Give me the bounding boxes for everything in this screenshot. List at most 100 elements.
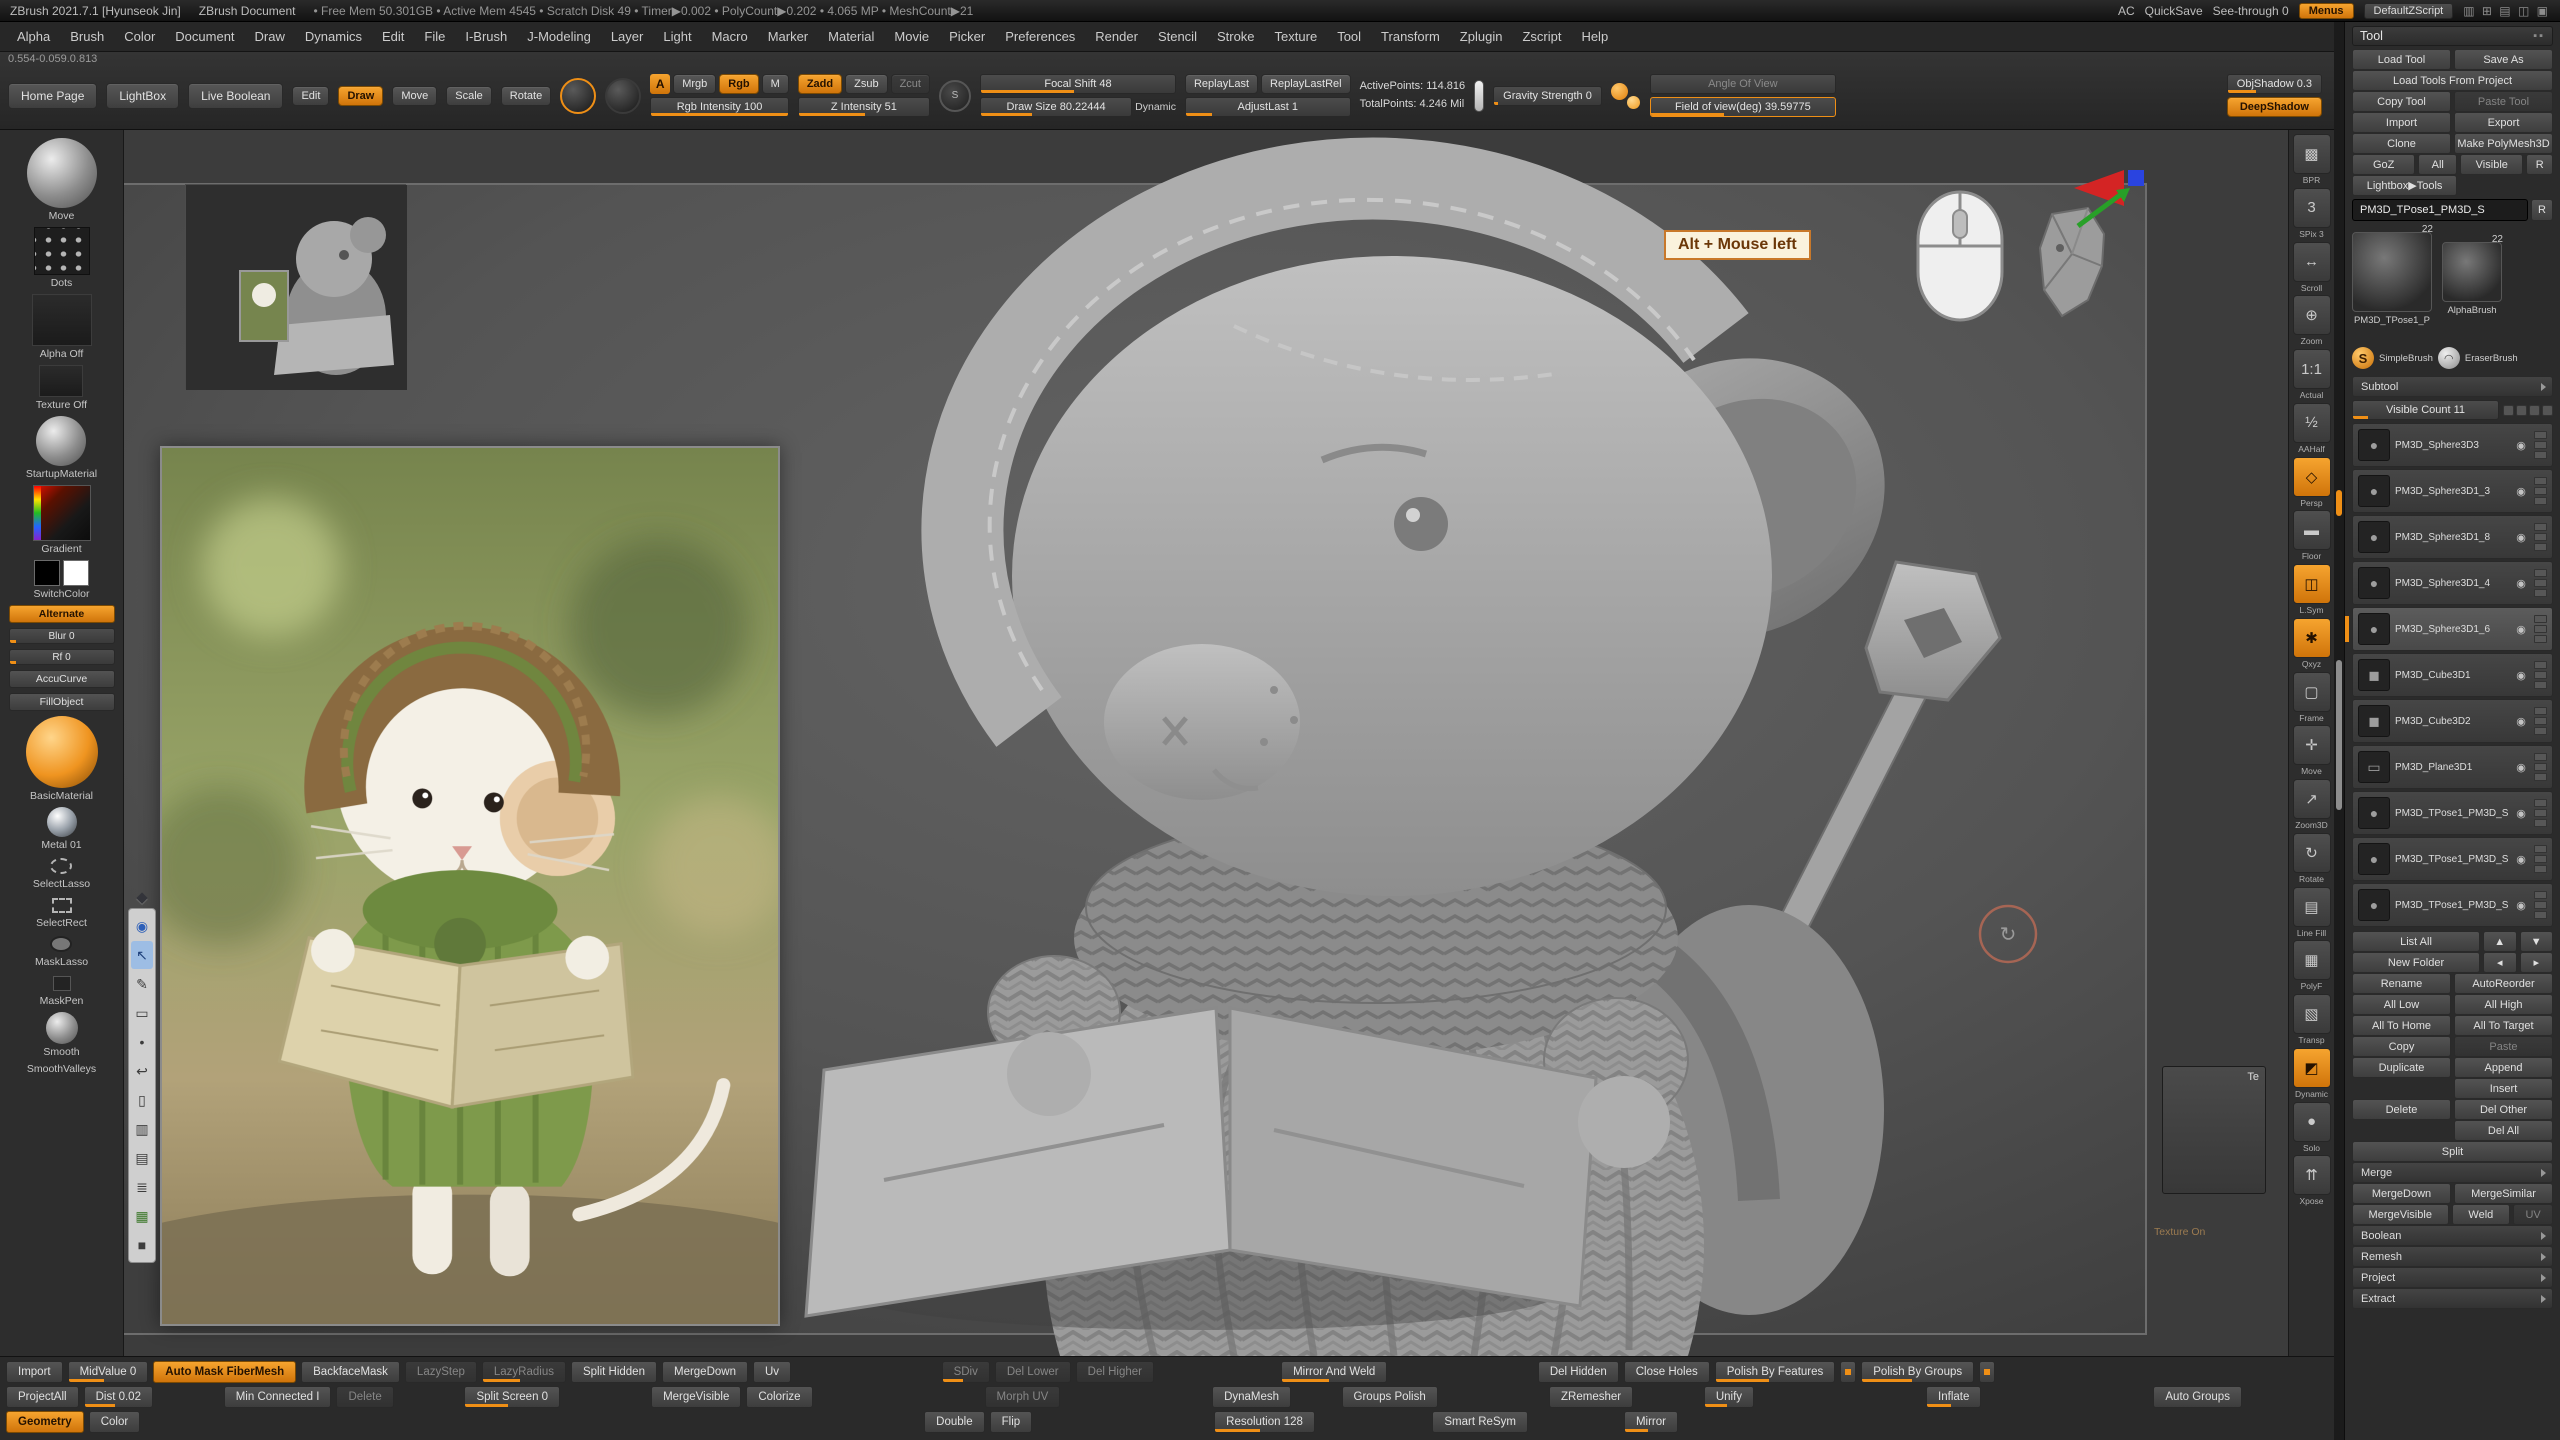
texture-selector[interactable]: Texture Off [36,365,87,411]
bottom-auto-mask-fibermesh[interactable]: Auto Mask FiberMesh [153,1361,296,1383]
subtool-mini-icon[interactable] [2534,441,2547,449]
bottom-polish-by-groups[interactable]: Polish By Groups [1861,1361,1974,1383]
dot-icon[interactable]: • [131,1028,153,1056]
metal-material[interactable]: Metal 01 [41,807,81,851]
subtool-mini-icon[interactable] [2534,635,2547,643]
alpha-brush-thumbnail[interactable]: 22 AlphaBrush [2442,232,2502,316]
menu-texture[interactable]: Texture [1266,26,1327,47]
current-brush-preview[interactable] [560,78,596,114]
tool-remesh[interactable]: Remesh [2352,1246,2553,1267]
bottom-blank[interactable] [1840,1361,1856,1383]
tray-item-floor[interactable]: ▬Floor [2293,510,2331,563]
subtool-mini-icon[interactable] [2534,707,2547,715]
tool-del-other[interactable]: Del Other [2454,1099,2553,1120]
points-scroll-pill[interactable] [1474,80,1484,112]
visibility-eye-icon[interactable]: ◉ [2513,439,2529,452]
subtool-mini-icon[interactable] [2534,799,2547,807]
obj-shadow-slider[interactable]: ObjShadow 0.3 [2227,74,2322,94]
subtool-mini-icon[interactable] [2534,431,2547,439]
tool-copy-tool[interactable]: Copy Tool [2352,91,2451,112]
draw-size-dial-icon[interactable]: S [939,80,971,112]
edit-button[interactable]: Edit [292,86,329,106]
menu-alpha[interactable]: Alpha [8,26,59,47]
subtool-mini-icon[interactable] [2534,451,2547,459]
bottom-dist-0-02[interactable]: Dist 0.02 [84,1386,153,1408]
visibility-eye-icon[interactable]: ◉ [2513,853,2529,866]
subtool-mini-icon[interactable] [2534,589,2547,597]
bottom-lazystep[interactable]: LazyStep [405,1361,477,1383]
subtool-pm3d-sphere3d1-6[interactable]: ●PM3D_Sphere3D1_6◉ [2352,607,2553,651]
menu-zscript[interactable]: Zscript [1513,26,1570,47]
tool-goz[interactable]: GoZ [2352,154,2415,175]
default-zscript-button[interactable]: DefaultZScript [2364,3,2454,19]
menu-dynamics[interactable]: Dynamics [296,26,371,47]
tool-mergesimilar[interactable]: MergeSimilar [2454,1183,2553,1204]
window-control-icons[interactable]: ▥ ⊞ ▤ ◫ ▣ [2463,4,2550,18]
menu-preferences[interactable]: Preferences [996,26,1084,47]
visibility-eye-icon[interactable]: ◉ [2513,715,2529,728]
tray-item-qxyz[interactable]: ✱Qxyz [2293,618,2331,671]
secondary-color-swatch[interactable] [63,560,89,586]
tray-item-zoom[interactable]: ⊕Zoom [2293,295,2331,348]
menus-button[interactable]: Menus [2299,3,2354,19]
eraser-brush-label[interactable]: EraserBrush [2465,353,2518,364]
tool-project[interactable]: Project [2352,1267,2553,1288]
tool-load-tools-from-project[interactable]: Load Tools From Project [2352,70,2553,91]
palette-menu-icon[interactable]: ▪▪ [2533,30,2545,42]
cursor-icon[interactable]: ↖ [131,941,153,969]
draw-button[interactable]: Draw [338,86,383,106]
menu-stencil[interactable]: Stencil [1149,26,1206,47]
subtool-mini-icon[interactable] [2534,865,2547,873]
bottom-import[interactable]: Import [6,1361,63,1383]
scale-mode-button[interactable]: Scale [446,86,492,106]
replay-last-button[interactable]: ReplayLast [1185,74,1258,94]
bottom-projectall[interactable]: ProjectAll [6,1386,79,1408]
tool-insert[interactable]: Insert [2454,1078,2553,1099]
menu-draw[interactable]: Draw [246,26,294,47]
ac-label[interactable]: AC [2118,4,2135,18]
tray-item-rotate[interactable]: ↻Rotate [2293,833,2331,886]
tool-lightbox-tools[interactable]: Lightbox▶Tools [2352,175,2457,196]
notes-icon[interactable]: ≣ [131,1173,153,1201]
blur-slider[interactable]: Blur 0 [9,628,115,644]
visibility-eye-icon[interactable]: ◉ [2513,577,2529,590]
tray-item-l-sym[interactable]: ◫L.Sym [2293,564,2331,617]
alpha-preview-image[interactable]: 22 [2442,242,2502,302]
eye-icon[interactable]: ◉ [131,912,153,940]
subtool-pm3d-cube3d2[interactable]: ◼PM3D_Cube3D2◉ [2352,699,2553,743]
m-button[interactable]: M [762,74,789,94]
bottom-groups-polish[interactable]: Groups Polish [1342,1386,1438,1408]
tray-item-dynamic[interactable]: ◩Dynamic [2293,1048,2331,1101]
alpha-selector[interactable]: Alpha Off [32,294,92,360]
menu-transform[interactable]: Transform [1372,26,1449,47]
subtool-mini-icon[interactable] [2534,681,2547,689]
switch-color-widget[interactable]: SwitchColor [33,560,89,600]
bottom-del-lower[interactable]: Del Lower [995,1361,1071,1383]
adjust-last-slider[interactable]: AdjustLast 1 [1185,97,1351,117]
tool-uv[interactable]: UV [2513,1204,2553,1225]
tool-make-polymesh3d[interactable]: Make PolyMesh3D [2454,133,2553,154]
subtool-pm3d-sphere3d1-8[interactable]: ●PM3D_Sphere3D1_8◉ [2352,515,2553,559]
bottom-lazyradius[interactable]: LazyRadius [482,1361,566,1383]
reference-photo[interactable] [160,446,780,1326]
zsub-button[interactable]: Zsub [845,74,887,94]
tool-del-all[interactable]: Del All [2454,1120,2553,1141]
tool-preview-image[interactable]: 22 [2352,232,2432,312]
tool-weld[interactable]: Weld [2452,1204,2511,1225]
bottom-unify[interactable]: Unify [1704,1386,1754,1408]
menu-i-brush[interactable]: I-Brush [456,26,516,47]
rgb-button[interactable]: Rgb [719,74,758,94]
subtool-pm3d-plane3d1[interactable]: ▭PM3D_Plane3D1◉ [2352,745,2553,789]
subtool-mini-icon[interactable] [2534,891,2547,899]
see-through-slider[interactable]: See-through 0 [2213,4,2289,18]
menu-light[interactable]: Light [654,26,700,47]
subtool-mini-icon[interactable] [2534,753,2547,761]
tray-item-solo[interactable]: ●Solo [2293,1102,2331,1155]
subtool-mini-icon[interactable] [2534,671,2547,679]
tool-rename[interactable]: Rename [2352,973,2451,994]
bottom-dynamesh[interactable]: DynaMesh [1212,1386,1291,1408]
subtool-mini-icon[interactable] [2534,901,2547,909]
tool-mergedown[interactable]: MergeDown [2352,1183,2451,1204]
bottom-backfacemask[interactable]: BackfaceMask [301,1361,400,1383]
tray-item-actual[interactable]: 1:1Actual [2293,349,2331,402]
